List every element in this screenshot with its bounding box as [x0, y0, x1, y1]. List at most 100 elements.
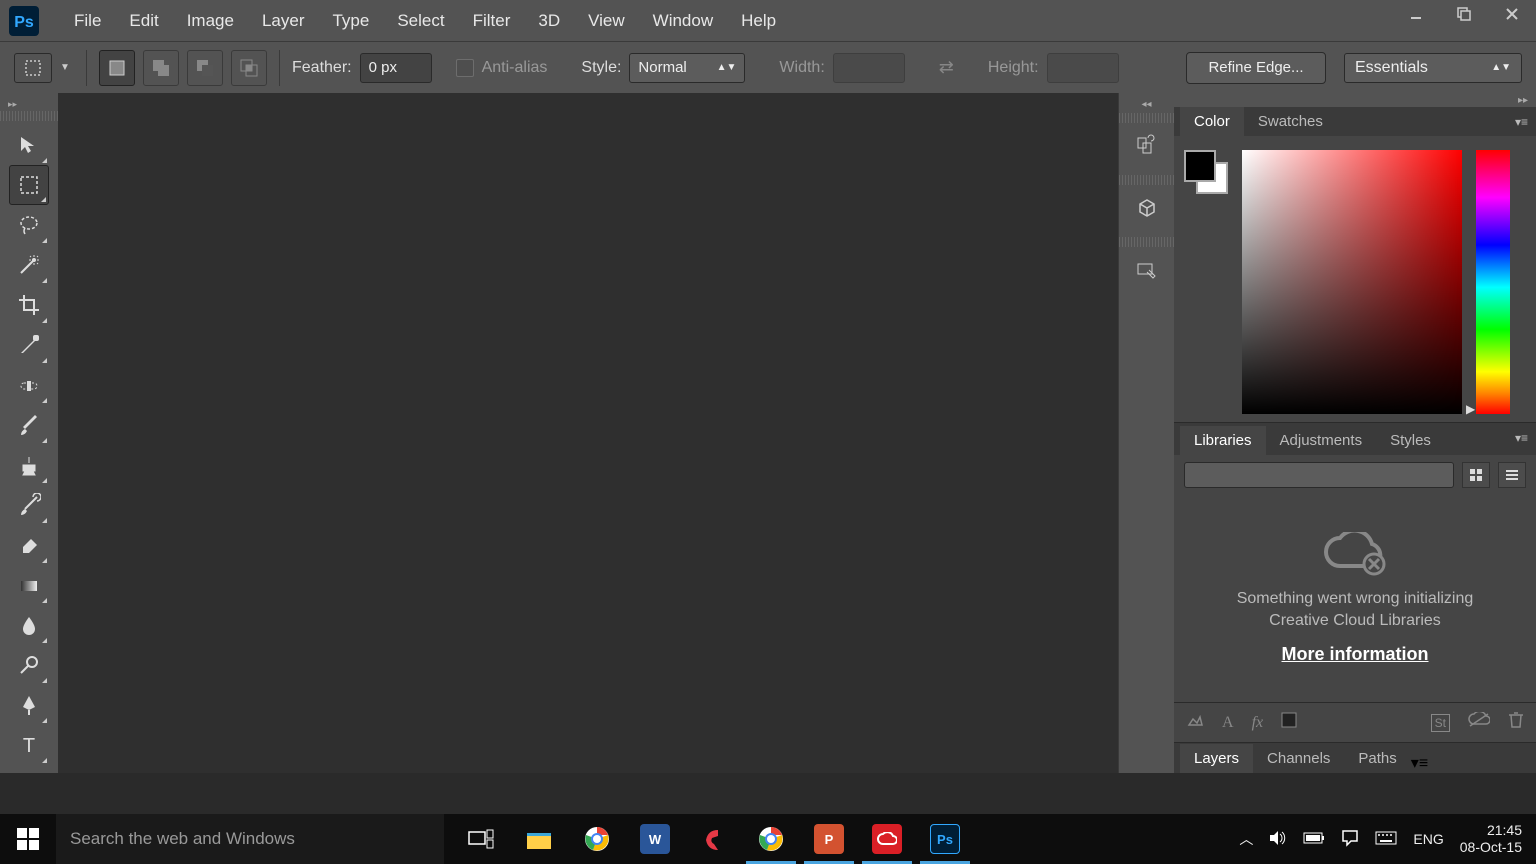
- crop-tool[interactable]: [9, 285, 49, 325]
- eraser-tool[interactable]: [9, 525, 49, 565]
- menu-edit[interactable]: Edit: [115, 11, 172, 31]
- tool-preset-picker[interactable]: [14, 53, 52, 83]
- minimize-button[interactable]: [1392, 0, 1440, 28]
- word-app[interactable]: W: [626, 814, 684, 864]
- menu-type[interactable]: Type: [318, 11, 383, 31]
- panel-grip[interactable]: [1119, 237, 1174, 247]
- keyboard-icon[interactable]: [1375, 831, 1397, 848]
- battery-icon[interactable]: [1303, 831, 1325, 847]
- healing-brush-tool[interactable]: [9, 365, 49, 405]
- tab-layers[interactable]: Layers: [1180, 744, 1253, 773]
- panel-menu-icon[interactable]: ▾≡: [1515, 431, 1528, 445]
- photoshop-app[interactable]: Ps: [916, 814, 974, 864]
- selection-add-button[interactable]: [143, 50, 179, 86]
- chrome-app[interactable]: [568, 814, 626, 864]
- tab-paths[interactable]: Paths: [1344, 744, 1410, 773]
- chevron-down-icon[interactable]: ▼: [60, 62, 74, 73]
- refine-edge-button[interactable]: Refine Edge...: [1186, 52, 1326, 84]
- action-center-icon[interactable]: [1341, 829, 1359, 850]
- maximize-button[interactable]: [1440, 0, 1488, 28]
- tab-color[interactable]: Color: [1180, 107, 1244, 136]
- style-select[interactable]: Normal ▲▼: [629, 53, 745, 83]
- file-explorer-app[interactable]: [510, 814, 568, 864]
- fg-bg-swatches[interactable]: [1184, 150, 1228, 194]
- language-indicator[interactable]: ENG: [1413, 831, 1443, 847]
- clone-stamp-tool[interactable]: [9, 445, 49, 485]
- panel-grip[interactable]: [1119, 113, 1174, 123]
- clock-date: 08-Oct-15: [1460, 839, 1522, 856]
- list-view-button[interactable]: [1498, 462, 1526, 488]
- chrome-app-2[interactable]: [742, 814, 800, 864]
- menu-file[interactable]: File: [60, 11, 115, 31]
- selection-intersect-button[interactable]: [231, 50, 267, 86]
- menu-select[interactable]: Select: [383, 11, 458, 31]
- powerpoint-app[interactable]: P: [800, 814, 858, 864]
- blur-tool[interactable]: [9, 605, 49, 645]
- collapse-icon[interactable]: ◂◂: [1119, 97, 1174, 111]
- menu-3d[interactable]: 3D: [524, 11, 574, 31]
- task-view-button[interactable]: [452, 814, 510, 864]
- sync-off-icon[interactable]: [1468, 712, 1490, 733]
- magic-wand-tool[interactable]: [9, 245, 49, 285]
- marquee-tool[interactable]: [9, 165, 49, 205]
- add-color-icon[interactable]: [1281, 712, 1297, 733]
- tab-styles[interactable]: Styles: [1376, 426, 1445, 455]
- type-tool[interactable]: T: [9, 725, 49, 765]
- panel-grip[interactable]: [1119, 175, 1174, 185]
- panel-menu-icon[interactable]: ▾≡: [1515, 115, 1528, 129]
- menu-help[interactable]: Help: [727, 11, 790, 31]
- grid-view-button[interactable]: [1462, 462, 1490, 488]
- library-select[interactable]: [1184, 462, 1454, 488]
- menu-image[interactable]: Image: [173, 11, 248, 31]
- selection-new-button[interactable]: [99, 50, 135, 86]
- collapse-panels-icon[interactable]: ▸▸: [1174, 93, 1536, 107]
- add-character-style-icon[interactable]: A: [1222, 714, 1234, 732]
- delete-icon[interactable]: [1508, 711, 1524, 734]
- panel-grip[interactable]: [0, 111, 58, 121]
- taskbar-clock[interactable]: 21:45 08-Oct-15: [1460, 822, 1522, 856]
- history-brush-tool[interactable]: [9, 485, 49, 525]
- menu-view[interactable]: View: [574, 11, 639, 31]
- eyedropper-tool[interactable]: [9, 325, 49, 365]
- antialias-checkbox: [456, 59, 474, 77]
- more-information-link[interactable]: More information: [1282, 644, 1429, 665]
- style-label: Style:: [581, 59, 621, 77]
- move-tool[interactable]: [9, 125, 49, 165]
- volume-icon[interactable]: [1269, 830, 1287, 849]
- panel-area: ▸▸ Color Swatches ▾≡ ▶ Librar: [1174, 93, 1536, 773]
- close-button[interactable]: [1488, 0, 1536, 28]
- stock-icon[interactable]: St: [1431, 714, 1450, 732]
- selection-subtract-button[interactable]: [187, 50, 223, 86]
- feather-input[interactable]: [360, 53, 432, 83]
- lasso-tool[interactable]: [9, 205, 49, 245]
- height-input: [1047, 53, 1119, 83]
- history-panel-icon[interactable]: [1130, 129, 1164, 163]
- libraries-error: Something went wrong initializing Creati…: [1174, 495, 1536, 702]
- menu-filter[interactable]: Filter: [459, 11, 525, 31]
- pen-tool[interactable]: [9, 685, 49, 725]
- panel-menu-icon[interactable]: ▾≡: [1411, 753, 1428, 773]
- tab-swatches[interactable]: Swatches: [1244, 107, 1337, 136]
- tray-overflow-icon[interactable]: ︿: [1239, 829, 1253, 849]
- menu-layer[interactable]: Layer: [248, 11, 319, 31]
- foreground-color-swatch[interactable]: [1184, 150, 1216, 182]
- hue-slider[interactable]: ▶: [1476, 150, 1510, 414]
- tab-channels[interactable]: Channels: [1253, 744, 1344, 773]
- 3d-panel-icon[interactable]: [1130, 191, 1164, 225]
- tab-libraries[interactable]: Libraries: [1180, 426, 1266, 455]
- creative-cloud-app[interactable]: [858, 814, 916, 864]
- expand-toolbar-icon[interactable]: ▸▸: [0, 97, 58, 111]
- taskbar-search[interactable]: Search the web and Windows: [56, 814, 444, 864]
- start-button[interactable]: [0, 814, 56, 864]
- brush-tool[interactable]: [9, 405, 49, 445]
- ccleaner-app[interactable]: [684, 814, 742, 864]
- gradient-tool[interactable]: [9, 565, 49, 605]
- add-layer-style-icon[interactable]: fx: [1252, 714, 1264, 732]
- dodge-tool[interactable]: [9, 645, 49, 685]
- workspace-select[interactable]: Essentials ▲▼: [1344, 53, 1522, 83]
- menu-window[interactable]: Window: [639, 11, 727, 31]
- tab-adjustments[interactable]: Adjustments: [1266, 426, 1377, 455]
- add-graphic-icon[interactable]: [1186, 711, 1204, 734]
- color-field[interactable]: [1242, 150, 1462, 414]
- measurement-panel-icon[interactable]: [1130, 253, 1164, 287]
